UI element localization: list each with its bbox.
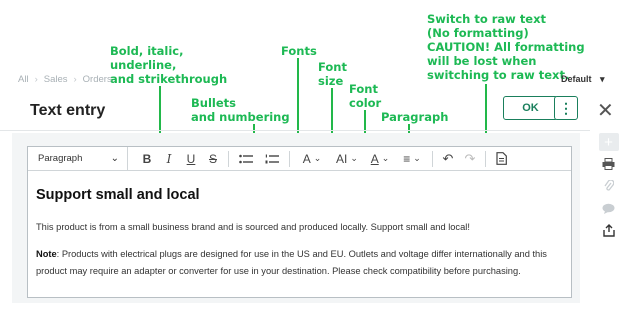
rich-text-editor[interactable]: Paragraph ⌄ B I U S A ⌄ AI ⌄ A ⌄ ≡ ⌄ ↶ ↷… — [27, 146, 572, 298]
raw-text-icon[interactable] — [490, 147, 512, 171]
annotation-bold-italic: Bold, italic, underline, and strikethrou… — [110, 44, 228, 86]
chevron-down-icon: ⌄ — [350, 153, 358, 163]
numbered-list-icon[interactable] — [259, 147, 285, 171]
font-color-select[interactable]: A ⌄ — [364, 147, 396, 171]
toolbar-divider — [289, 150, 290, 167]
add-icon[interactable]: + — [598, 133, 619, 151]
header-divider — [0, 130, 590, 131]
note-text: : Products with electrical plugs are des… — [36, 249, 547, 276]
content-note: Note: Products with electrical plugs are… — [36, 246, 561, 280]
page-title: Text entry — [30, 102, 106, 119]
breadcrumb-separator-icon: › — [34, 74, 38, 85]
redo-icon[interactable]: ↷ — [459, 147, 481, 171]
toolbar-divider — [485, 150, 486, 167]
printer-icon[interactable] — [598, 155, 620, 173]
breadcrumb-item[interactable]: Sales — [44, 74, 68, 85]
chevron-down-icon: ▾ — [600, 74, 605, 84]
annotation-raw-text: Switch to raw text (No formatting) CAUTI… — [427, 12, 585, 82]
bullet-list-icon[interactable] — [233, 147, 259, 171]
paperclip-icon[interactable] — [598, 177, 620, 195]
right-sidebar: + — [590, 133, 627, 243]
content-paragraph: This product is from a small business br… — [36, 222, 470, 232]
chevron-down-icon: ⌄ — [381, 153, 390, 163]
breadcrumb-item[interactable]: Orders — [83, 74, 112, 85]
bold-button[interactable]: B — [136, 147, 158, 171]
toolbar-divider — [432, 150, 433, 167]
content-heading: Support small and local — [36, 187, 200, 203]
underline-button[interactable]: U — [180, 147, 202, 171]
font-size-icon: AI — [336, 151, 348, 166]
font-size-select[interactable]: AI ⌄ — [330, 147, 364, 171]
font-color-icon: A — [370, 151, 379, 166]
preset-label: Default — [561, 74, 592, 84]
preset-selector[interactable]: Default ▾ — [561, 74, 605, 85]
editor-toolbar: Paragraph ⌄ B I U S A ⌄ AI ⌄ A ⌄ ≡ ⌄ ↶ ↷ — [28, 146, 571, 171]
chevron-down-icon: ⌄ — [313, 153, 322, 163]
italic-button[interactable]: I — [158, 147, 180, 171]
paragraph-style-value: Paragraph — [38, 153, 83, 164]
editor-content[interactable]: Support small and local This product is … — [36, 187, 561, 280]
ok-button[interactable]: OK — [503, 96, 558, 120]
breadcrumb-item[interactable]: All — [18, 74, 29, 85]
chevron-down-icon: ⌄ — [110, 153, 119, 164]
breadcrumb: All › Sales › Orders — [18, 74, 112, 85]
font-family-select[interactable]: A ⌄ — [294, 147, 330, 171]
close-icon[interactable]: ✕ — [597, 98, 614, 123]
comment-icon[interactable] — [598, 199, 620, 217]
font-icon: A — [302, 151, 311, 166]
more-options-button[interactable]: ⋮ — [554, 96, 578, 120]
annotation-fonts: Fonts — [281, 44, 317, 58]
paragraph-align-select[interactable]: ≡ ⌄ — [396, 147, 428, 171]
breadcrumb-separator-icon: › — [73, 74, 77, 85]
align-left-icon: ≡ — [403, 151, 411, 166]
chevron-down-icon: ⌄ — [413, 153, 421, 163]
paragraph-style-select[interactable]: Paragraph ⌄ — [28, 146, 128, 171]
strikethrough-button[interactable]: S — [202, 147, 224, 171]
share-icon[interactable] — [598, 221, 620, 239]
toolbar-divider — [228, 150, 229, 167]
note-label: Note — [36, 249, 57, 259]
undo-icon[interactable]: ↶ — [437, 147, 459, 171]
annotation-font-size: Font size — [318, 60, 347, 88]
